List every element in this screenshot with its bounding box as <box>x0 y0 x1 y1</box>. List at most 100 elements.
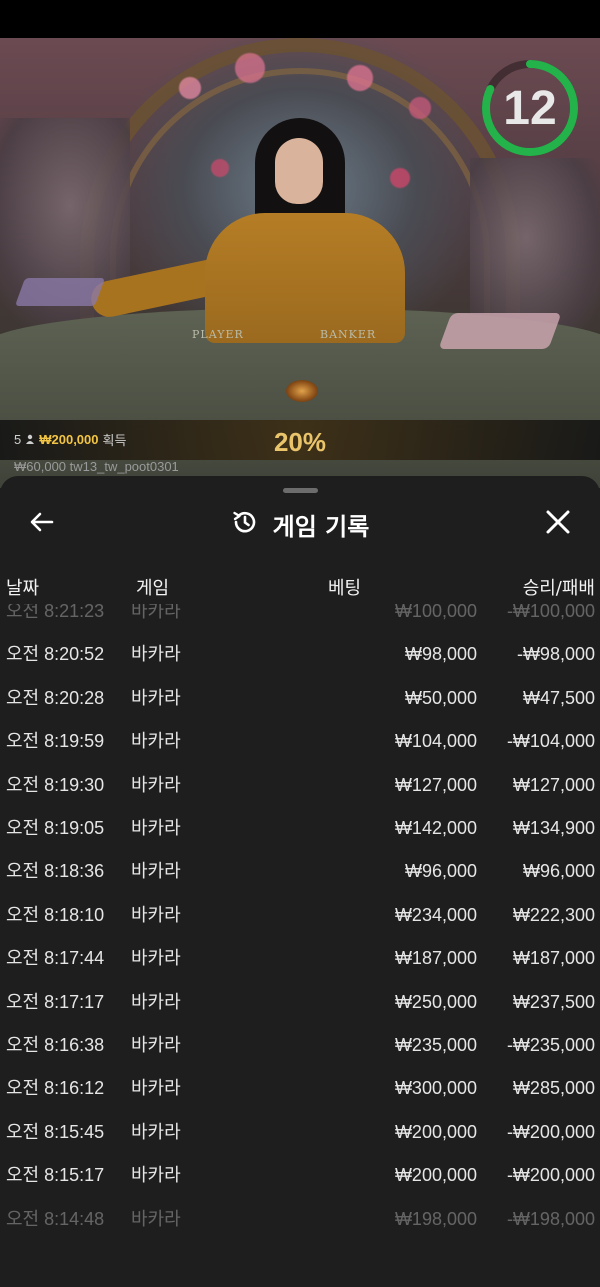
row-result: -₩98,000 <box>516 644 595 665</box>
row-date: 오전 8:18:36 <box>6 861 105 882</box>
drag-handle[interactable] <box>283 488 318 493</box>
table-row[interactable]: 오전 8:19:59 바카라 ₩104,000 -₩104,000 <box>0 720 600 763</box>
row-date: 오전 8:19:30 <box>6 774 105 795</box>
column-header-game: 게임 <box>136 578 170 599</box>
row-bet: ₩127,000 <box>394 774 477 795</box>
table-row[interactable]: 오전 8:15:45 바카라 ₩200,000 -₩200,000 <box>0 1111 600 1154</box>
table-row[interactable]: 오전 8:16:12 바카라 ₩300,000 ₩285,000 <box>0 1067 600 1110</box>
row-date: 오전 8:16:12 <box>6 1078 105 1099</box>
table-row[interactable]: 오전 8:18:36 바카라 ₩96,000 ₩96,000 <box>0 850 600 893</box>
row-game: 바카라 <box>131 774 181 795</box>
card-shoe <box>438 313 562 349</box>
table-row[interactable]: 오전 8:15:17 바카라 ₩200,000 -₩200,000 <box>0 1154 600 1197</box>
table-row[interactable]: 오전 8:20:28 바카라 ₩50,000 ₩47,500 <box>0 677 600 720</box>
countdown-timer: 12 <box>503 81 557 135</box>
row-date: 오전 8:20:52 <box>6 644 105 665</box>
column-header-bet: 베팅 <box>328 578 362 599</box>
table-label-player: PLAYER <box>192 328 244 341</box>
column-header-date: 날짜 <box>6 578 40 599</box>
row-bet: ₩300,000 <box>394 1078 477 1099</box>
row-bet: ₩96,000 <box>404 861 477 882</box>
row-date: 오전 8:20:28 <box>6 687 105 708</box>
table-row[interactable]: 오전 8:19:05 바카라 ₩142,000 ₩134,900 <box>0 807 600 850</box>
table-row[interactable]: 오전 8:17:17 바카라 ₩250,000 ₩237,500 <box>0 981 600 1024</box>
status-bar <box>0 0 600 38</box>
row-date: 오전 8:17:17 <box>6 991 105 1012</box>
table-row[interactable]: 오전 8:19:30 바카라 ₩127,000 ₩127,000 <box>0 764 600 807</box>
card-tray <box>14 278 106 306</box>
back-button[interactable] <box>24 506 60 542</box>
row-bet: ₩100,000 <box>394 604 477 621</box>
row-date: 오전 8:18:10 <box>6 904 105 925</box>
row-date: 오전 8:15:45 <box>6 1121 105 1142</box>
history-list[interactable]: 오전 8:21:23 바카라 ₩100,000 -₩100,000 오전 8:20:52… <box>0 604 600 1244</box>
row-result: ₩134,900 <box>512 818 595 838</box>
arrow-left-icon <box>28 508 56 540</box>
table-row[interactable]: 오전 8:21:23 바카라 ₩100,000 -₩100,000 <box>0 604 600 633</box>
dealer-body <box>205 213 405 343</box>
row-date: 오전 8:17:44 <box>6 948 105 969</box>
row-result: ₩187,000 <box>512 948 595 969</box>
row-bet: ₩235,000 <box>394 1035 477 1055</box>
row-game: 바카라 <box>131 861 181 882</box>
dealer-face <box>275 138 323 204</box>
row-game: 바카라 <box>131 991 181 1012</box>
game-history-sheet: 게임 기록 날짜 게임 베팅 승리/패배 오전 8:21:23 바카라 ₩100,0… <box>0 476 600 1287</box>
row-date: 오전 8:14:48 <box>6 1208 105 1229</box>
win-percent: 20% <box>273 427 327 457</box>
column-header-result: 승리/패배 <box>522 578 595 599</box>
table-row[interactable]: 오전 8:20:52 바카라 ₩98,000 -₩98,000 <box>0 633 600 676</box>
row-date: 오전 8:19:59 <box>6 731 105 752</box>
row-result: ₩285,000 <box>512 1078 595 1099</box>
row-result: -₩200,000 <box>506 1165 595 1186</box>
row-bet: ₩200,000 <box>394 1165 477 1186</box>
row-bet: ₩187,000 <box>394 948 477 969</box>
row-bet: ₩98,000 <box>404 644 477 665</box>
table-row[interactable]: 오전 8:17:44 바카라 ₩187,000 ₩187,000 <box>0 937 600 980</box>
table-row[interactable]: 오전 8:18:10 바카라 ₩234,000 ₩222,300 <box>0 894 600 937</box>
table-row[interactable]: 오전 8:16:38 바카라 ₩235,000 -₩235,000 <box>0 1024 600 1067</box>
row-game: 바카라 <box>131 731 181 752</box>
row-result: ₩127,000 <box>512 774 595 795</box>
row-game: 바카라 <box>131 948 181 969</box>
row-result: -₩200,000 <box>506 1121 595 1142</box>
row-bet: ₩142,000 <box>394 818 477 838</box>
row-result: ₩47,500 <box>522 687 595 708</box>
row-result: -₩104,000 <box>506 731 595 752</box>
page-title: 게임 기록 <box>272 512 370 541</box>
close-button[interactable] <box>540 506 576 542</box>
row-game: 바카라 <box>131 1165 181 1186</box>
sheet-header: 게임 기록 <box>0 500 600 548</box>
row-result: -₩100,000 <box>506 604 595 621</box>
row-game: 바카라 <box>131 604 181 621</box>
title-group: 게임 기록 <box>0 500 600 548</box>
row-game: 바카라 <box>131 1121 181 1142</box>
close-icon <box>545 509 571 539</box>
row-result: ₩96,000 <box>522 861 595 882</box>
row-game: 바카라 <box>131 687 181 708</box>
row-bet: ₩104,000 <box>394 731 477 752</box>
row-game: 바카라 <box>131 818 181 838</box>
row-result: -₩235,000 <box>506 1035 595 1055</box>
row-result: -₩198,000 <box>506 1208 595 1229</box>
row-game: 바카라 <box>131 1078 181 1099</box>
row-bet: ₩234,000 <box>394 904 477 925</box>
row-game: 바카라 <box>131 1208 181 1229</box>
player-bet-line: ₩60,000 tw13_tw_poot0301 <box>14 459 179 474</box>
row-result: ₩222,300 <box>512 904 595 925</box>
row-bet: ₩50,000 <box>404 687 477 708</box>
row-date: 오전 8:15:17 <box>6 1165 105 1186</box>
table-row[interactable]: 오전 8:14:48 바카라 ₩198,000 -₩198,000 <box>0 1198 600 1241</box>
row-game: 바카라 <box>131 904 181 925</box>
row-bet: ₩200,000 <box>394 1121 477 1142</box>
row-date: 오전 8:19:05 <box>6 818 105 838</box>
chip-stack <box>286 380 318 402</box>
table-label-banker: BANKER <box>320 328 377 341</box>
row-bet: ₩198,000 <box>394 1208 477 1229</box>
row-game: 바카라 <box>131 644 181 665</box>
row-date: 오전 8:21:23 <box>6 604 105 621</box>
history-icon <box>231 508 259 540</box>
row-date: 오전 8:16:38 <box>6 1035 105 1055</box>
row-game: 바카라 <box>131 1035 181 1055</box>
row-result: ₩237,500 <box>512 991 595 1012</box>
